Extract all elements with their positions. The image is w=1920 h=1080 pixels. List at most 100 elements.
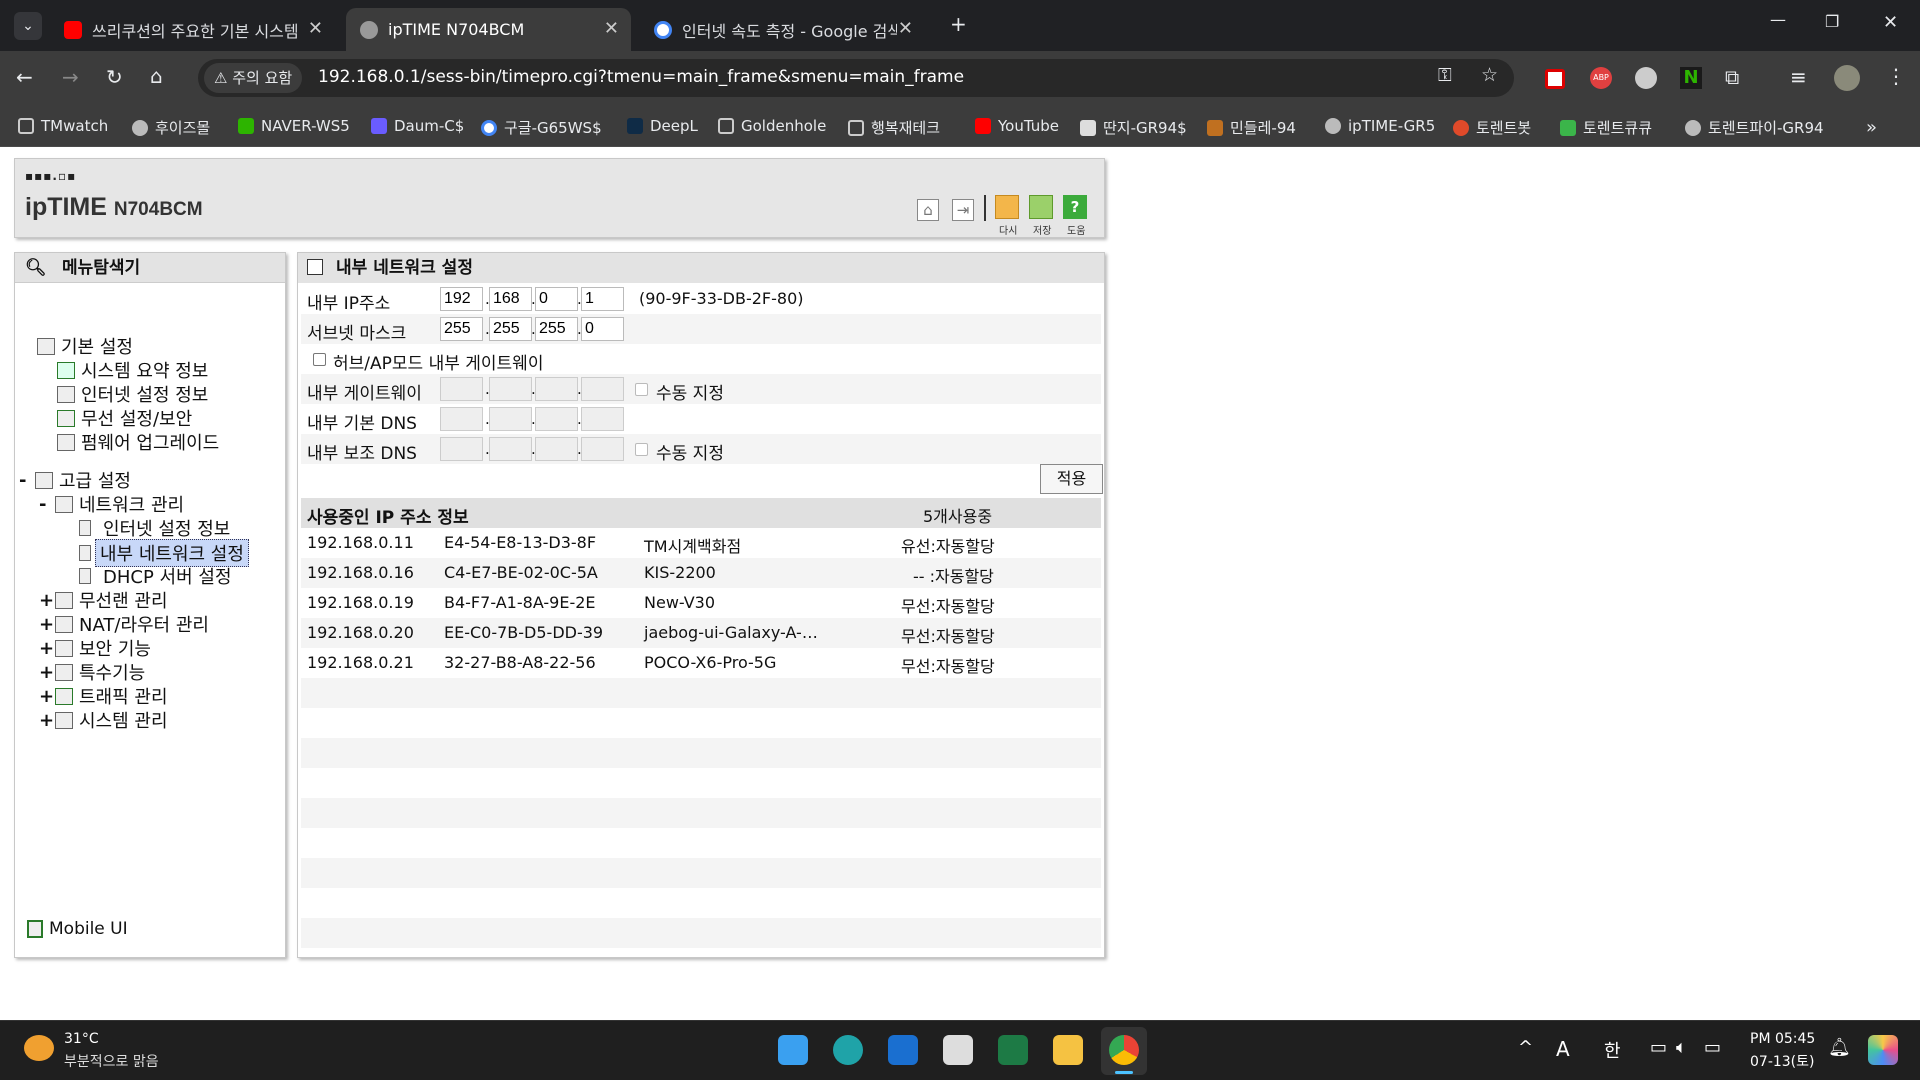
bookmark-item[interactable]: 후이즈몰 bbox=[132, 117, 210, 138]
bookmark-item[interactable]: 민들레-94 bbox=[1207, 117, 1296, 138]
bookmarks-overflow-icon[interactable]: » bbox=[1866, 117, 1877, 138]
naver-icon[interactable]: N bbox=[1680, 67, 1702, 89]
expand-icon[interactable]: + bbox=[39, 590, 55, 611]
close-icon[interactable]: ✕ bbox=[604, 18, 619, 39]
menu-system-summary[interactable]: 시스템 요약 정보 bbox=[57, 357, 208, 383]
menu-firmware-upgrade[interactable]: 펌웨어 업그레이드 bbox=[57, 429, 219, 455]
bookmark-item[interactable]: Daum-C$ bbox=[371, 117, 464, 135]
reload-icon[interactable]: ↻ bbox=[106, 65, 123, 89]
menu-advanced-settings[interactable]: - 고급 설정 bbox=[19, 467, 131, 493]
gateway-manual-checkbox[interactable] bbox=[635, 383, 648, 396]
chrome-taskbar-button[interactable] bbox=[1101, 1027, 1147, 1075]
gateway-octet-1[interactable] bbox=[440, 377, 483, 401]
tab-youtube[interactable]: 쓰리쿠션의 주요한 기본 시스템 ✕ bbox=[50, 8, 335, 51]
menu-nat-router[interactable]: + NAT/라우터 관리 bbox=[39, 611, 209, 637]
dns-manual-checkbox[interactable] bbox=[635, 443, 648, 456]
avatar[interactable] bbox=[1834, 65, 1860, 91]
menu-icon[interactable]: ⋮ bbox=[1886, 64, 1906, 88]
dns2-octet-3[interactable] bbox=[535, 437, 578, 461]
dns1-octet-4[interactable] bbox=[581, 407, 624, 431]
collapse-icon[interactable]: - bbox=[19, 470, 35, 491]
dns2-octet-4[interactable] bbox=[581, 437, 624, 461]
home-icon[interactable]: ⌂ bbox=[150, 64, 163, 88]
minimize-icon[interactable]: — bbox=[1770, 10, 1786, 29]
dns2-octet-1[interactable] bbox=[440, 437, 483, 461]
notification-icon[interactable]: 🔔︎ bbox=[1828, 1037, 1851, 1058]
menu-internet-info[interactable]: 인터넷 설정 정보 bbox=[57, 381, 208, 407]
clock-time[interactable]: PM 05:45 bbox=[1750, 1031, 1815, 1047]
bookmark-item[interactable]: 구글-G65WS$ bbox=[481, 117, 602, 138]
expand-icon[interactable]: + bbox=[39, 686, 55, 707]
weather-desc[interactable]: 부분적으로 맑음 bbox=[64, 1051, 159, 1071]
mask-octet-3[interactable] bbox=[535, 317, 578, 341]
globe-extension-icon[interactable] bbox=[1635, 67, 1657, 89]
restore-icon[interactable]: ❐ bbox=[1825, 12, 1839, 31]
gateway-octet-3[interactable] bbox=[535, 377, 578, 401]
dns1-octet-3[interactable] bbox=[535, 407, 578, 431]
chevron-up-icon[interactable]: ^ bbox=[1518, 1037, 1533, 1058]
bookmark-item[interactable]: DeepL bbox=[627, 117, 698, 135]
ip-octet-3[interactable] bbox=[535, 287, 578, 311]
excel-icon[interactable] bbox=[998, 1035, 1028, 1065]
expand-icon[interactable]: + bbox=[39, 614, 55, 635]
copilot-icon[interactable] bbox=[1868, 1035, 1898, 1065]
close-icon[interactable]: ✕ bbox=[308, 18, 323, 39]
mask-octet-2[interactable] bbox=[489, 317, 532, 341]
clock-date[interactable]: 07-13(토) bbox=[1750, 1051, 1815, 1071]
back-icon[interactable]: ← bbox=[16, 65, 33, 89]
adblock-icon[interactable]: ABP bbox=[1590, 67, 1612, 89]
hub-mode-checkbox[interactable] bbox=[313, 353, 326, 366]
gateway-octet-2[interactable] bbox=[489, 377, 532, 401]
url-text[interactable]: 192.168.0.1/sess-bin/timepro.cgi?tmenu=m… bbox=[318, 67, 964, 87]
menu-network-management[interactable]: - 네트워크 관리 bbox=[39, 491, 184, 517]
key-icon[interactable]: ⚿ bbox=[1438, 65, 1452, 86]
help-icon[interactable]: ? bbox=[1063, 195, 1087, 219]
mask-octet-4[interactable] bbox=[581, 317, 624, 341]
apply-button[interactable]: 적용 bbox=[1040, 464, 1103, 494]
gateway-octet-4[interactable] bbox=[581, 377, 624, 401]
app-icon[interactable] bbox=[888, 1035, 918, 1065]
weather-temp[interactable]: 31°C bbox=[64, 1031, 99, 1047]
security-chip[interactable]: ⚠ 주의 요함 bbox=[204, 63, 303, 93]
dns1-octet-1[interactable] bbox=[440, 407, 483, 431]
bookmark-item[interactable]: ipTIME-GR5 bbox=[1325, 117, 1435, 135]
menu-traffic[interactable]: + 트래픽 관리 bbox=[39, 683, 168, 709]
ip-octet-4[interactable] bbox=[581, 287, 624, 311]
menu-wireless-security[interactable]: 무선 설정/보안 bbox=[57, 405, 192, 431]
network-icon[interactable]: ▭ bbox=[1650, 1037, 1667, 1058]
expand-icon[interactable]: + bbox=[39, 710, 55, 731]
battery-icon[interactable]: ▭ bbox=[1704, 1037, 1721, 1058]
tab-iptime[interactable]: ipTIME N704BCM ✕ bbox=[346, 8, 631, 51]
dns1-octet-2[interactable] bbox=[489, 407, 532, 431]
forward-icon[interactable]: → bbox=[62, 65, 79, 89]
expand-icon[interactable]: + bbox=[39, 638, 55, 659]
bookmark-item[interactable]: 행복재테크 bbox=[848, 117, 940, 138]
mobile-ui-link[interactable]: Mobile UI bbox=[27, 919, 128, 939]
bookmark-item[interactable]: 토렌트큐큐 bbox=[1560, 117, 1652, 138]
bookmark-item[interactable]: 딴지-GR94$ bbox=[1080, 117, 1187, 138]
menu-basic-settings[interactable]: 기본 설정 bbox=[37, 333, 133, 359]
bookmark-item[interactable]: 토렌트봇 bbox=[1453, 117, 1531, 138]
edge-icon[interactable] bbox=[833, 1035, 863, 1065]
mask-octet-1[interactable] bbox=[440, 317, 483, 341]
address-bar[interactable]: ⚠ 주의 요함 192.168.0.1/sess-bin/timepro.cgi… bbox=[198, 59, 1514, 97]
bookmark-item[interactable]: Goldenhole bbox=[718, 117, 826, 135]
star-icon[interactable]: ☆ bbox=[1481, 64, 1498, 86]
puzzle-icon[interactable]: ⧉ bbox=[1725, 65, 1739, 89]
file-explorer-icon[interactable] bbox=[1053, 1035, 1083, 1065]
expand-icon[interactable]: + bbox=[39, 662, 55, 683]
menu-special[interactable]: + 특수기능 bbox=[39, 659, 145, 685]
menu-dhcp-settings[interactable]: DHCP 서버 설정 bbox=[79, 563, 232, 589]
save-icon[interactable] bbox=[1029, 195, 1053, 219]
home-icon[interactable]: ⌂ bbox=[917, 199, 939, 221]
new-tab-icon[interactable]: + bbox=[950, 12, 967, 36]
dns2-octet-2[interactable] bbox=[489, 437, 532, 461]
volume-icon[interactable]: 🔈︎ bbox=[1676, 1037, 1687, 1058]
extension-icon[interactable] bbox=[1545, 69, 1565, 89]
bookmark-item[interactable]: 토렌트파이-GR94 bbox=[1685, 117, 1824, 138]
tab-search-icon[interactable]: ⌄ bbox=[14, 12, 42, 40]
bookmark-item[interactable]: YouTube bbox=[975, 117, 1059, 135]
collapse-icon[interactable]: - bbox=[39, 494, 55, 515]
bookmark-item[interactable]: NAVER-WS5 bbox=[238, 117, 350, 135]
menu-security[interactable]: + 보안 기능 bbox=[39, 635, 151, 661]
